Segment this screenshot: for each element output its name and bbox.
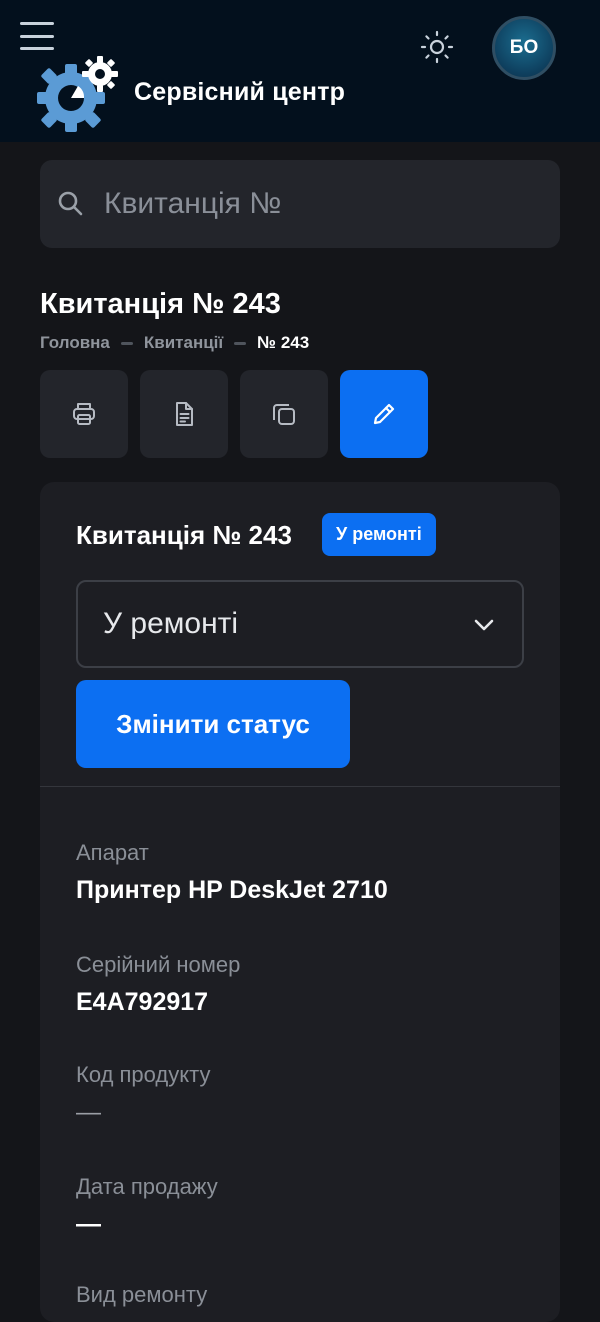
document-icon (176, 402, 193, 426)
document-button[interactable] (140, 370, 228, 458)
search-input[interactable] (104, 174, 560, 234)
copy-icon (273, 404, 295, 425)
field-label-device: Апарат (76, 840, 149, 865)
status-select[interactable]: У ремонті (76, 580, 524, 668)
breadcrumb: Головна Квитанції № 243 (40, 333, 309, 353)
page-title: Квитанція № 243 (40, 288, 281, 320)
copy-button[interactable] (240, 370, 328, 458)
breadcrumb-separator (120, 341, 133, 345)
breadcrumb-home[interactable]: Головна (40, 333, 110, 353)
pencil-icon (373, 403, 395, 425)
top-bar: Сервісний центр БО (0, 0, 600, 142)
brand-name: Сервісний центр (134, 78, 346, 106)
breadcrumb-current: № 243 (257, 333, 310, 352)
menu-icon[interactable] (20, 22, 54, 50)
breadcrumb-separator (234, 341, 247, 345)
status-badge: У ремонті (322, 513, 436, 556)
field-label-product-code: Код продукту (76, 1062, 211, 1087)
field-label-sale-date: Дата продажу (76, 1174, 218, 1199)
status-select-value: У ремонті (103, 607, 239, 640)
divider (40, 786, 560, 787)
search-icon (58, 191, 83, 216)
gear-logo-icon (37, 56, 118, 132)
field-label-repair-type: Вид ремонту (76, 1282, 208, 1307)
print-button[interactable] (40, 370, 128, 458)
receipt-card: Квитанція № 243 У ремонті У ремонті Змін… (40, 482, 560, 1322)
sun-icon[interactable] (420, 30, 454, 64)
user-avatar[interactable]: БО (492, 16, 556, 80)
field-value-serial: E4A792917 (76, 988, 209, 1016)
field-value-sale-date: — (76, 1210, 101, 1238)
breadcrumb-receipts[interactable]: Квитанції (144, 333, 223, 353)
printer-icon (73, 403, 95, 425)
change-status-button[interactable]: Змінити статус (76, 680, 350, 768)
chevron-down-icon (474, 619, 494, 631)
card-title: Квитанція № 243 (76, 520, 292, 550)
field-label-serial: Серійний номер (76, 952, 241, 977)
field-value-device: Принтер HP DeskJet 2710 (76, 876, 388, 904)
search-bar (40, 160, 560, 248)
edit-button[interactable] (340, 370, 428, 458)
field-value-product-code: — (76, 1098, 101, 1126)
